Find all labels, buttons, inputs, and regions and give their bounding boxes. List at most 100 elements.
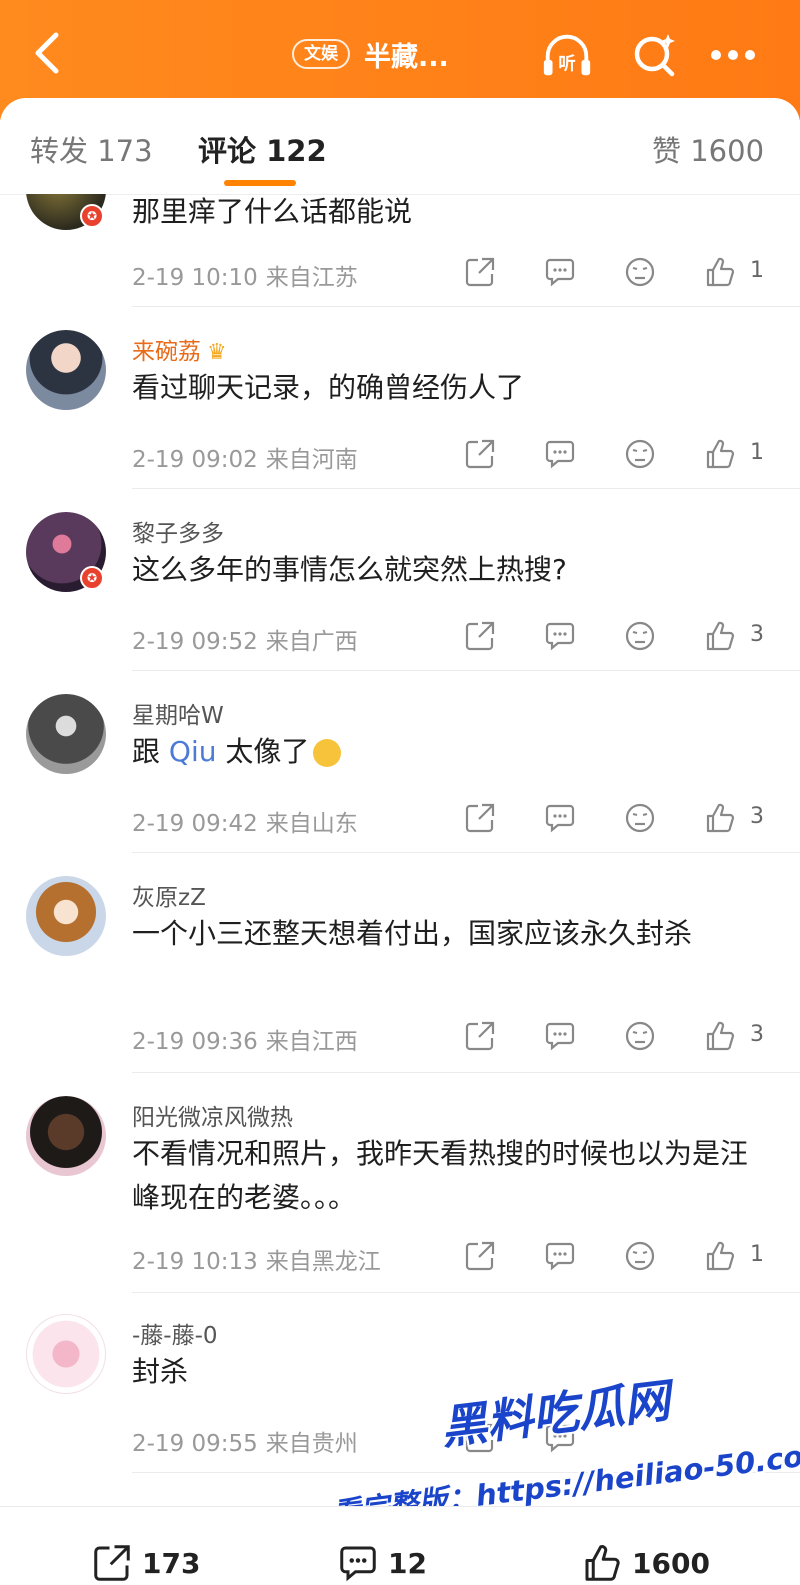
header-title-group: 文娱 半藏... [292,34,449,74]
like-button[interactable] [700,616,740,656]
back-button[interactable] [22,28,72,78]
share-button[interactable] [460,252,500,292]
reply-button[interactable] [540,252,580,292]
like-button[interactable] [700,798,740,838]
comment-date: 2-19 10:10 [132,265,258,291]
reply-button[interactable] [540,798,580,838]
frown-face-icon [625,1021,655,1051]
frown-face-icon [625,1241,655,1271]
divider [132,852,800,853]
comment-meta: 2-19 10:13 来自黑龙江 [132,1242,381,1276]
comment-username[interactable]: 黎子多多 [132,514,224,548]
comment-username[interactable]: 星期哈W [132,696,224,730]
category-badge: 文娱 [292,39,350,69]
dislike-button[interactable] [620,1236,660,1276]
bottom-like-button[interactable]: 1600 [582,1543,710,1583]
comment-bubble-icon [545,622,575,651]
like-count: 3 [750,622,764,647]
avatar[interactable] [26,330,106,410]
share-icon [465,1241,495,1271]
headphones-icon: 听 [543,34,591,76]
comment-text: 看过聊天记录，的确曾经伤人了 [132,371,525,404]
avatar[interactable] [26,1096,106,1176]
comment-username[interactable]: 来碗荔 ♛ [132,332,227,366]
search-sparkle-icon [634,34,675,77]
like-count: 3 [750,804,764,829]
avatar[interactable] [26,1314,106,1394]
reply-button[interactable] [540,434,580,474]
share-button[interactable] [460,434,500,474]
bottom-comment-count: 12 [388,1546,427,1580]
share-button[interactable] [460,1016,500,1056]
comment-location: 来自黑龙江 [265,1249,381,1275]
thumbs-up-icon [706,1241,735,1271]
like-button[interactable] [700,434,740,474]
comment-meta: 2-19 10:10 来自江苏 [132,258,358,292]
share-icon [465,439,495,469]
divider [132,1072,800,1073]
thumbs-up-icon [706,439,735,469]
tab-comments-count: 122 [266,134,327,168]
thumbs-up-icon [585,1545,620,1581]
comment-text: 那里痒了什么话都能说 [132,195,413,228]
dislike-button[interactable] [620,252,660,292]
like-button[interactable] [700,1016,740,1056]
user-mention-link[interactable]: Qiu [169,735,217,768]
comment-location: 来自贵州 [265,1431,358,1457]
avatar[interactable] [26,694,106,774]
reply-button[interactable] [540,1236,580,1276]
comment-username[interactable]: 灰原zZ [132,878,206,912]
tab-reposts[interactable]: 转发 173 [30,128,153,170]
comment-bubble-icon [545,804,575,833]
crown-icon: ♛ [207,340,227,365]
username-text: 来碗荔 [132,339,201,365]
bottom-comment-button[interactable]: 12 [338,1543,427,1583]
frown-face-icon [625,257,655,287]
bottom-repost-button[interactable]: 173 [92,1543,200,1583]
tab-reposts-label: 转发 [30,134,89,168]
reply-button[interactable] [540,616,580,656]
share-button[interactable] [460,1418,500,1458]
more-button[interactable] [706,28,760,82]
dislike-button[interactable] [620,434,660,474]
comment-text-prefix: 跟 [132,735,169,768]
divider [132,488,800,489]
comment-username[interactable]: 阳光微凉风微热 [132,1098,293,1132]
share-icon [465,1021,495,1051]
divider [132,1292,800,1293]
comment-username[interactable]: -藤-藤-0 [132,1316,218,1350]
tab-comments[interactable]: 评论 122 [198,128,327,170]
comment-date: 2-19 09:02 [132,447,258,473]
reply-button[interactable] [540,1016,580,1056]
dislike-button[interactable] [620,1016,660,1056]
more-dots-icon [711,50,755,60]
avatar[interactable] [26,876,106,956]
reply-button[interactable] [540,1418,580,1458]
divider [132,670,800,671]
comment-meta: 2-19 09:42 来自山东 [132,804,358,838]
comment-text: 跟 Qiu 太像了 [132,730,772,774]
comment-text: 这么多年的事情怎么就突然上热搜? [132,553,567,586]
search-button[interactable] [628,28,682,82]
tab-likes[interactable]: 赞 1600 [652,128,764,170]
like-button[interactable] [700,252,740,292]
dislike-button[interactable] [620,616,660,656]
frown-face-icon [625,439,655,469]
verified-badge: ✪ [80,204,104,228]
frown-face-icon [625,803,655,833]
tab-reposts-count: 173 [97,134,153,168]
comment-location: 来自江西 [265,1029,358,1055]
tab-likes-count: 1600 [690,134,765,168]
share-button[interactable] [460,798,500,838]
dislike-button[interactable] [620,798,660,838]
comment-meta: 2-19 09:36 来自江西 [132,1022,358,1056]
comment-date: 2-19 09:55 [132,1431,258,1457]
like-button[interactable] [700,1236,740,1276]
listen-button[interactable]: 听 [540,28,594,82]
verified-badge: ✪ [80,566,104,590]
bottom-repost-count: 173 [142,1546,201,1580]
share-icon [465,803,495,833]
share-button[interactable] [460,1236,500,1276]
comment-meta: 2-19 09:02 来自河南 [132,440,358,474]
share-button[interactable] [460,616,500,656]
